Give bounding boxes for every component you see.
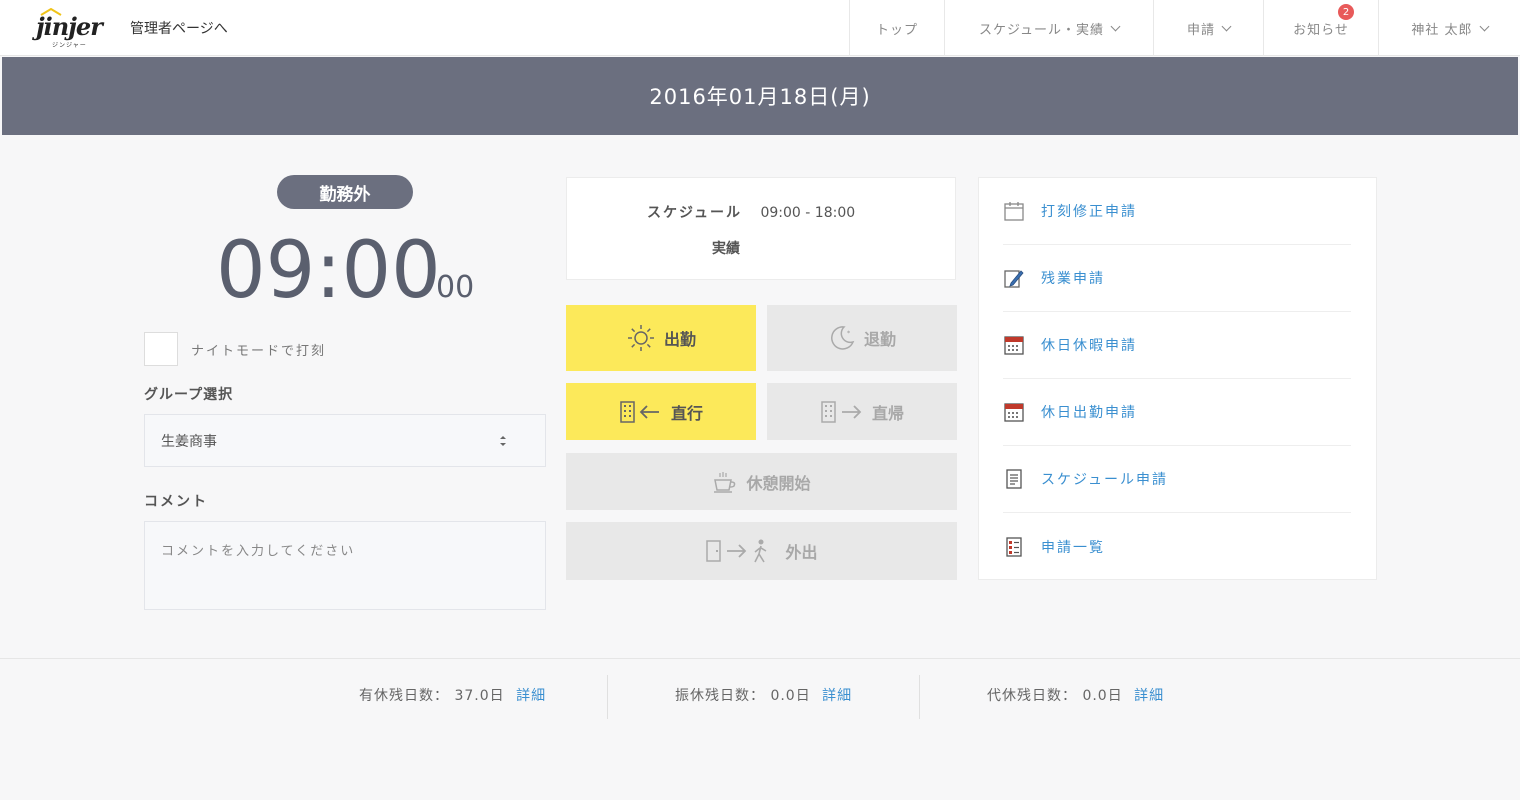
sun-icon [627,325,654,351]
substitute-holiday-label: 振休残日数： [675,688,765,704]
main-nav: トップ スケジュール・実績 申請 お知らせ 2 神社 太郎 [849,0,1520,56]
building-arrow-left-icon [620,400,659,423]
break-start-button[interactable]: 休憩開始 [566,453,957,510]
group-select[interactable]: 生姜商事 [144,414,546,467]
leave-balance-footer: 有休残日数： 37.0日 詳細 振休残日数： 0.0日 詳細 代休残日数： 0.… [0,658,1520,800]
paid-leave-detail-link[interactable]: 詳細 [516,688,546,704]
chevron-down-icon [1110,21,1121,31]
calendar-blank-icon [1003,200,1025,222]
apply-holiday-leave[interactable]: 休日休暇申請 [1003,312,1351,379]
night-mode-checkbox[interactable] [144,332,178,366]
jinjer-logo[interactable]: jinjer ジンジャー [36,6,108,50]
clock-out-label: 退勤 [863,330,896,349]
clock-time: 09:00 [216,226,441,316]
nav-application-label: 申請 [1186,22,1215,38]
apply-punch-correction[interactable]: 打刻修正申請 [1003,178,1351,245]
apply-holiday-work-label: 休日出勤申請 [1041,405,1137,421]
go-out-button[interactable]: 外出 [566,522,957,580]
substitute-holiday-detail-link[interactable]: 詳細 [822,688,852,704]
nav-notifications[interactable]: お知らせ 2 [1263,0,1378,56]
apply-list-label: 申請一覧 [1041,539,1105,556]
apply-holiday-leave-label: 休日休暇申請 [1041,338,1137,354]
schedule-card: スケジュール 09:00 - 18:00 実績 [566,177,956,280]
date-banner: 2016年01月18日(月) [2,57,1518,135]
nav-schedule-label: スケジュール・実績 [978,22,1105,38]
apply-overtime[interactable]: 残業申請 [1003,245,1351,312]
current-date: 2016年01月18日(月) [649,85,871,109]
schedule-row: スケジュール 09:00 - 18:00 [647,202,855,222]
top-header: jinjer ジンジャー 管理者ページへ トップ スケジュール・実績 申請 お知… [0,0,1520,56]
schedule-time: 09:00 - 18:00 [760,205,856,221]
apply-punch-correction-label: 打刻修正申請 [1041,204,1137,220]
calendar-red-icon [1003,334,1025,356]
svg-text:*: * [847,330,851,337]
clock-in-label: 出勤 [663,330,696,349]
paid-leave-label: 有休残日数： [359,688,449,704]
building-arrow-right-icon [821,400,862,423]
paid-leave-value: 37.0日 [454,688,505,704]
compensatory-leave-label: 代休残日数： [987,688,1077,704]
paid-leave-balance: 有休残日数： 37.0日 詳細 [359,685,546,705]
nav-top[interactable]: トップ [849,0,944,56]
nav-user-menu[interactable]: 神社 太郎 [1378,0,1520,56]
group-select-value: 生姜商事 [161,433,217,450]
nav-application[interactable]: 申請 [1153,0,1263,56]
night-mode-label: ナイトモードで打刻 [191,344,327,359]
group-select-label: グループ選択 [144,387,234,403]
door-walker-icon [706,539,767,563]
pencil-note-icon [1003,267,1025,289]
compensatory-leave-detail-link[interactable]: 詳細 [1134,688,1164,704]
moon-icon: * [831,326,855,350]
break-start-label: 休憩開始 [746,473,811,493]
apply-list[interactable]: 申請一覧 [1003,513,1351,580]
compensatory-leave-balance: 代休残日数： 0.0日 詳細 [987,685,1164,705]
logo-subtext: ジンジャー [52,42,87,49]
nav-notifications-label: お知らせ [1293,22,1349,38]
apply-holiday-work[interactable]: 休日出勤申請 [1003,379,1351,446]
apply-schedule-label: スケジュール申請 [1041,472,1169,488]
chevron-down-icon [1479,21,1490,31]
actual-label: 実績 [712,241,740,257]
select-arrows-icon [500,436,506,446]
substitute-holiday-balance: 振休残日数： 0.0日 詳細 [675,685,852,705]
comment-label: コメント [144,494,208,510]
schedule-label: スケジュール [647,205,743,221]
admin-page-link[interactable]: 管理者ページへ [130,18,228,38]
logo-text: jinjer [36,12,103,41]
direct-return-label: 直帰 [871,403,904,423]
direct-go-button[interactable]: 直行 [566,383,756,440]
apply-overtime-label: 残業申請 [1041,271,1105,287]
coffee-cup-icon [714,471,736,493]
comment-input[interactable] [144,521,546,610]
chevron-down-icon [1221,21,1232,31]
notification-badge: 2 [1338,4,1354,20]
document-icon [1003,468,1025,490]
direct-go-label: 直行 [670,403,703,423]
nav-schedule[interactable]: スケジュール・実績 [944,0,1153,56]
nav-user-name: 神社 太郎 [1411,22,1473,38]
substitute-holiday-value: 0.0日 [770,688,811,704]
application-menu: 打刻修正申請 残業申請 休日休暇申請 休日出勤申請 スケジュール申請 申請一覧 [978,177,1377,580]
checklist-icon [1003,536,1025,558]
go-out-label: 外出 [785,543,818,562]
footer-divider [919,675,920,719]
footer-divider [607,675,608,719]
direct-return-button[interactable]: 直帰 [767,383,957,440]
clock-seconds: 00 [436,270,475,305]
clock-in-button[interactable]: 出勤 [566,305,756,371]
compensatory-leave-value: 0.0日 [1082,688,1123,704]
apply-schedule[interactable]: スケジュール申請 [1003,446,1351,513]
nav-top-label: トップ [875,22,918,38]
calendar-red-icon [1003,401,1025,423]
clock-out-button[interactable]: * 退勤 [767,305,957,371]
work-status-badge: 勤務外 [277,175,413,209]
